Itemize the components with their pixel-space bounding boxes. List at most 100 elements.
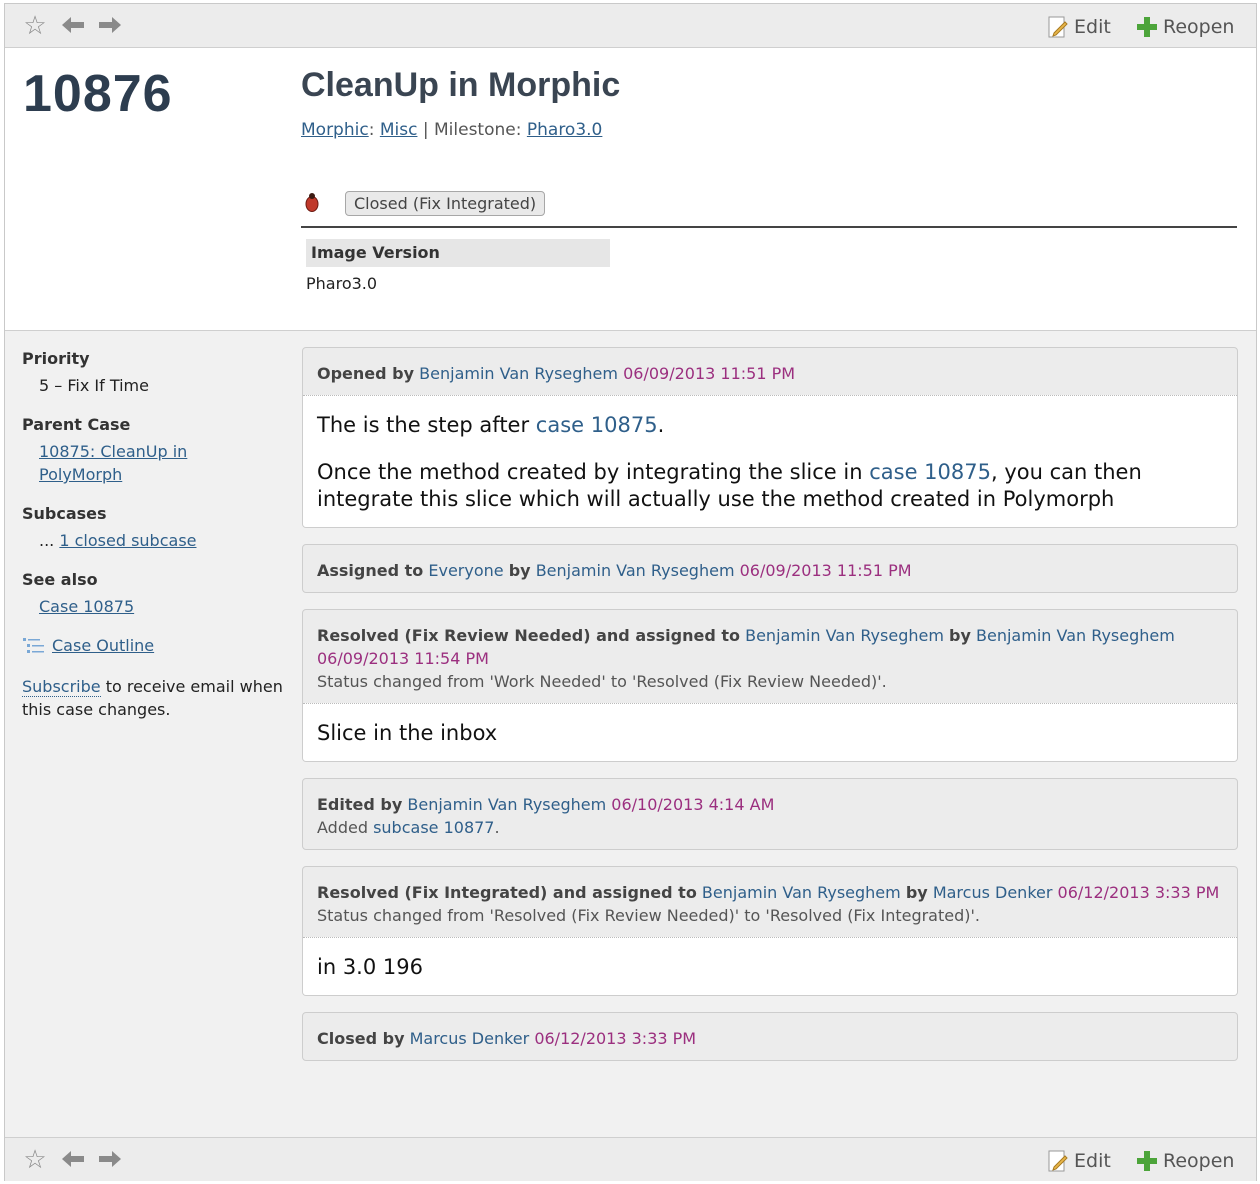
event-body: in 3.0 196 bbox=[303, 937, 1237, 995]
priority-label: Priority bbox=[22, 349, 90, 368]
event-by: by bbox=[949, 626, 971, 645]
status-badge: Closed (Fix Integrated) bbox=[345, 191, 546, 216]
edit-note-text: . bbox=[494, 818, 500, 837]
case-page: ☆ Edit Reopen 10876 CleanUp in Morphic M… bbox=[4, 3, 1257, 1181]
event-action: Closed by bbox=[317, 1029, 405, 1048]
case-title: CleanUp in Morphic bbox=[301, 66, 621, 104]
milestone-link[interactable]: Pharo3.0 bbox=[527, 120, 603, 140]
event-header: Opened by Benjamin Van Ryseghem 06/09/20… bbox=[303, 348, 1237, 395]
event-time: 06/09/2013 11:51 PM bbox=[739, 561, 912, 580]
edit-note-text: Added bbox=[317, 818, 368, 837]
parent-case-label: Parent Case bbox=[22, 415, 131, 434]
parent-case-link[interactable]: 10875: CleanUp in PolyMorph bbox=[39, 440, 209, 486]
edit-label: Edit bbox=[1074, 16, 1111, 38]
event-closed: Closed by Marcus Denker 06/12/2013 3:33 … bbox=[302, 1012, 1238, 1061]
outline-icon bbox=[23, 637, 44, 653]
forward-arrow-icon[interactable] bbox=[96, 1146, 124, 1174]
event-edited: Edited by Benjamin Van Ryseghem 06/10/20… bbox=[302, 778, 1238, 850]
sidebar: Priority 5 – Fix If Time Parent Case 108… bbox=[22, 349, 292, 721]
forward-arrow-icon[interactable] bbox=[96, 12, 124, 40]
event-action: Edited by bbox=[317, 795, 403, 814]
event-assignee-link[interactable]: Benjamin Van Ryseghem bbox=[745, 626, 944, 645]
top-toolbar: ☆ Edit Reopen bbox=[5, 4, 1256, 48]
edit-icon bbox=[1048, 16, 1068, 38]
priority-value: 5 – Fix If Time bbox=[39, 376, 149, 395]
back-arrow-icon[interactable] bbox=[59, 1146, 87, 1174]
plus-icon bbox=[1137, 17, 1157, 37]
event-by: by bbox=[508, 561, 531, 580]
event-status-change: Status changed from 'Resolved (Fix Revie… bbox=[317, 906, 980, 925]
event-by: by bbox=[905, 883, 928, 902]
body-text: The is the step after bbox=[317, 413, 530, 437]
event-assigned: Assigned to Everyone by Benjamin Van Rys… bbox=[302, 544, 1238, 593]
star-icon[interactable]: ☆ bbox=[21, 1146, 49, 1174]
star-icon[interactable]: ☆ bbox=[21, 12, 49, 40]
edit-label: Edit bbox=[1074, 1150, 1111, 1172]
subcases-link[interactable]: 1 closed subcase bbox=[59, 531, 196, 550]
event-user-link[interactable]: Benjamin Van Ryseghem bbox=[407, 795, 606, 814]
event-time: 06/12/2013 3:33 PM bbox=[1057, 883, 1220, 902]
body-text: . bbox=[657, 413, 665, 437]
event-action: Assigned to bbox=[317, 561, 424, 580]
image-version-value: Pharo3.0 bbox=[306, 274, 378, 293]
breadcrumb: Morphic: Misc | Milestone: Pharo3.0 bbox=[301, 120, 603, 140]
event-status-change: Status changed from 'Work Needed' to 'Re… bbox=[317, 672, 887, 691]
event-time: 06/09/2013 11:54 PM bbox=[317, 649, 489, 668]
event-user-link[interactable]: Benjamin Van Ryseghem bbox=[536, 561, 735, 580]
plus-icon bbox=[1137, 1151, 1157, 1171]
event-resolved-review: Resolved (Fix Review Needed) and assigne… bbox=[302, 609, 1238, 762]
reopen-button[interactable]: Reopen bbox=[1135, 14, 1234, 40]
event-user-link[interactable]: Marcus Denker bbox=[933, 883, 1053, 902]
subcases-label: Subcases bbox=[22, 504, 107, 523]
edit-icon bbox=[1048, 1150, 1068, 1172]
case-link[interactable]: case 10875 bbox=[536, 413, 658, 437]
case-outline-row[interactable]: Case Outline bbox=[22, 636, 292, 655]
bug-icon bbox=[305, 193, 319, 212]
subscribe-link[interactable]: Subscribe bbox=[22, 677, 101, 697]
event-body: Slice in the inbox bbox=[303, 703, 1237, 761]
event-action: Resolved (Fix Review Needed) and assigne… bbox=[317, 626, 741, 645]
event-header: Closed by Marcus Denker 06/12/2013 3:33 … bbox=[303, 1013, 1237, 1060]
event-header: Resolved (Fix Integrated) and assigned t… bbox=[303, 867, 1237, 937]
event-resolved-integrated: Resolved (Fix Integrated) and assigned t… bbox=[302, 866, 1238, 996]
event-user-link[interactable]: Benjamin Van Ryseghem bbox=[976, 626, 1175, 645]
image-version-label: Image Version bbox=[306, 239, 610, 267]
subscribe-text-block: Subscribe to receive email when this cas… bbox=[22, 675, 292, 721]
event-header: Edited by Benjamin Van Ryseghem 06/10/20… bbox=[303, 779, 1237, 849]
see-also-link[interactable]: Case 10875 bbox=[39, 597, 134, 616]
case-number: 10876 bbox=[23, 65, 173, 123]
reopen-label: Reopen bbox=[1163, 16, 1235, 38]
reopen-button[interactable]: Reopen bbox=[1135, 1148, 1234, 1174]
edit-button[interactable]: Edit bbox=[1046, 14, 1111, 40]
event-list: Opened by Benjamin Van Ryseghem 06/09/20… bbox=[302, 347, 1238, 1077]
event-time: 06/10/2013 4:14 AM bbox=[611, 795, 775, 814]
case-link[interactable]: case 10875 bbox=[869, 460, 991, 484]
milestone-label: Milestone: bbox=[434, 120, 522, 140]
event-body: The is the step after case 10875. Once t… bbox=[303, 395, 1237, 527]
event-header: Assigned to Everyone by Benjamin Van Rys… bbox=[303, 545, 1237, 592]
status-row: Closed (Fix Integrated) bbox=[301, 188, 1237, 228]
subcase-link[interactable]: subcase 10877 bbox=[373, 818, 494, 837]
event-assignee-link[interactable]: Benjamin Van Ryseghem bbox=[702, 883, 901, 902]
event-time: 06/12/2013 3:33 PM bbox=[534, 1029, 697, 1048]
event-assignee-link[interactable]: Everyone bbox=[428, 561, 503, 580]
bottom-toolbar: ☆ Edit Reopen bbox=[5, 1137, 1256, 1181]
event-opened: Opened by Benjamin Van Ryseghem 06/09/20… bbox=[302, 347, 1238, 528]
edit-button[interactable]: Edit bbox=[1046, 1148, 1111, 1174]
event-user-link[interactable]: Marcus Denker bbox=[410, 1029, 530, 1048]
subcases-prefix: ... bbox=[39, 531, 55, 550]
event-action: Opened by bbox=[317, 364, 415, 383]
reopen-label: Reopen bbox=[1163, 1150, 1235, 1172]
body-text: Once the method created by integrating t… bbox=[317, 460, 863, 484]
event-action: Resolved (Fix Integrated) and assigned t… bbox=[317, 883, 697, 902]
area-link[interactable]: Misc bbox=[380, 120, 418, 140]
back-arrow-icon[interactable] bbox=[59, 12, 87, 40]
event-header: Resolved (Fix Review Needed) and assigne… bbox=[303, 610, 1237, 703]
event-time: 06/09/2013 11:51 PM bbox=[623, 364, 796, 383]
event-edit-note: Added subcase 10877. bbox=[317, 816, 1223, 839]
event-user-link[interactable]: Benjamin Van Ryseghem bbox=[419, 364, 618, 383]
case-outline-link[interactable]: Case Outline bbox=[52, 636, 154, 655]
case-header: 10876 CleanUp in Morphic Morphic: Misc |… bbox=[5, 48, 1256, 331]
see-also-label: See also bbox=[22, 570, 98, 589]
project-link[interactable]: Morphic bbox=[301, 120, 369, 140]
